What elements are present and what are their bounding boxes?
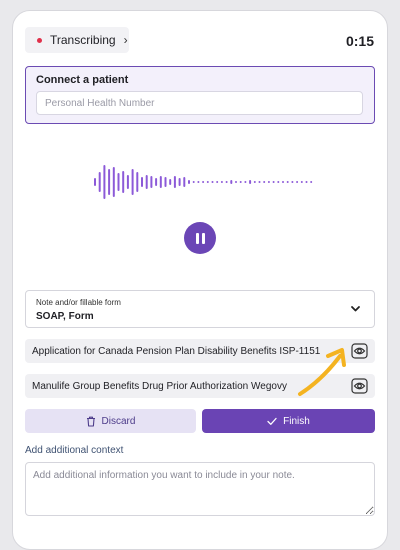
pause-icon-bar (201, 232, 205, 244)
waveform-bar (235, 181, 237, 183)
waveform-bar (239, 181, 242, 183)
waveform-bar (136, 172, 139, 192)
note-form-label: Note and/or fillable form (36, 298, 121, 307)
transcribing-status-button[interactable]: Transcribing › (25, 27, 129, 53)
waveform-bar (202, 181, 205, 183)
discard-button[interactable]: Discard (25, 409, 196, 433)
waveform-bar (244, 181, 247, 183)
pause-button[interactable] (184, 222, 216, 254)
check-icon (267, 417, 277, 425)
pause-icon (195, 232, 199, 244)
waveform-bar (305, 181, 308, 183)
waveform-bar (112, 167, 115, 197)
waveform-bar (300, 181, 303, 183)
form-item-title: Manulife Group Benefits Drug Prior Autho… (32, 380, 287, 392)
waveform-bar (178, 178, 181, 186)
waveform-bar (310, 181, 313, 183)
connect-patient-title: Connect a patient (36, 74, 129, 86)
waveform-bar (220, 181, 223, 183)
waveform-bar (197, 181, 200, 183)
waveform-bar (249, 180, 252, 184)
trash-icon (86, 416, 95, 427)
waveform-bar (267, 181, 270, 183)
waveform-bar (169, 179, 172, 185)
waveform-bar (211, 181, 214, 183)
chevron-right-icon: › (123, 33, 128, 47)
waveform-bar (258, 181, 261, 183)
waveform-bar (155, 178, 158, 186)
connect-patient-card: Connect a patient (25, 66, 375, 124)
waveform-bar (192, 181, 195, 183)
note-form-select[interactable]: Note and/or fillable form SOAP, Form (25, 290, 375, 328)
waveform-bar (183, 177, 186, 187)
eye-icon[interactable] (351, 343, 368, 359)
waveform-bar (145, 175, 148, 189)
finish-label: Finish (283, 415, 310, 427)
waveform-bar (277, 181, 280, 183)
waveform-bar (282, 181, 284, 183)
chevron-down-icon (351, 306, 360, 312)
waveform-bar (108, 169, 111, 195)
waveform-bar (272, 181, 275, 183)
waveform-bar (98, 172, 101, 192)
annotation-arrow-icon (298, 348, 346, 396)
waveform-bar (117, 173, 120, 191)
recording-timer: 0:15 (345, 33, 374, 49)
waveform-bar (131, 169, 134, 195)
waveform-bar (94, 178, 96, 186)
waveform-bar (253, 181, 256, 183)
waveform-bar (230, 180, 233, 184)
form-item-title: Application for Canada Pension Plan Disa… (32, 345, 321, 357)
note-form-value: SOAP, Form (36, 311, 94, 322)
eye-icon[interactable] (351, 378, 368, 394)
additional-context-textarea[interactable] (25, 462, 375, 516)
waveform-bar (141, 177, 143, 187)
waveform-bar (126, 175, 129, 189)
waveform-bar (122, 171, 125, 193)
finish-button[interactable]: Finish (202, 409, 375, 433)
discard-label: Discard (101, 415, 136, 427)
waveform-bar (164, 177, 167, 187)
waveform-bar (103, 165, 106, 199)
waveform-bar (206, 181, 209, 183)
waveform-bar (216, 181, 219, 183)
waveform-bar (159, 176, 162, 188)
waveform-bar (263, 181, 266, 183)
waveform-bar (173, 176, 176, 188)
waveform-bar (291, 181, 294, 183)
personal-health-number-input[interactable] (36, 91, 363, 115)
waveform-bar (225, 181, 228, 183)
status-label: Transcribing (50, 33, 116, 47)
additional-context-label: Add additional context (25, 445, 124, 456)
waveform-bar (296, 181, 299, 183)
waveform-bar (286, 181, 289, 183)
audio-waveform (94, 165, 313, 199)
waveform-bar (188, 180, 190, 184)
waveform-bar (150, 176, 153, 188)
recording-dot-icon (37, 37, 42, 43)
